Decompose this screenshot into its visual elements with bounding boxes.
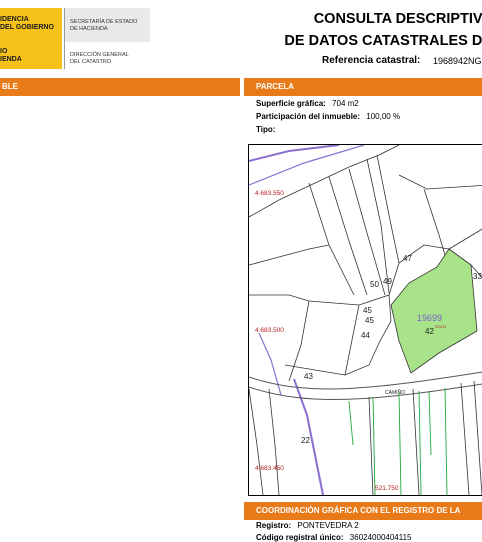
- ref-catastral-value: 1968942NG: [433, 56, 482, 66]
- codigo-registral-value: 36024000404115: [349, 533, 412, 542]
- direccion-line-2: DEL CATASTRO: [70, 59, 112, 65]
- parcel-number-49: 49: [383, 277, 392, 286]
- header-divider: [64, 8, 65, 69]
- parcel-number-47: 47: [403, 254, 412, 263]
- document-title-line-2: DE DATOS CATASTRALES DE: [284, 33, 482, 49]
- highlighted-parcel: [390, 248, 478, 374]
- purple-boundary-top-2: [249, 145, 365, 186]
- ref-catastral-label: Referencia catastral:: [322, 55, 421, 66]
- parcel-number-22: 22: [301, 436, 310, 445]
- coord-y2: 4.683.500: [255, 327, 284, 334]
- road-label: CAMIÑO: [385, 389, 405, 396]
- tipo-row: Tipo:: [256, 125, 275, 134]
- parcel-number-44: 44: [361, 331, 370, 340]
- parcel-number-33: 33: [473, 272, 482, 281]
- coord-y1: 4.683.550: [255, 190, 284, 197]
- parcel-number-45a: 45: [363, 306, 372, 315]
- cadastral-map[interactable]: 4.683.550 4.683.500 4.683.450 521.750 47…: [248, 144, 482, 496]
- highlighted-parcel-label: 19699: [417, 313, 442, 323]
- purple-boundary-top: [249, 145, 340, 162]
- registro-value: PONTEVEDRA 2: [297, 521, 359, 530]
- inmueble-section-label: BLE: [2, 82, 18, 91]
- parcela-section-bar: PARCELA: [244, 78, 482, 96]
- gov-logo-block: IDENCIA DEL GOBIERNO IO IENDA: [0, 8, 62, 69]
- secretaria-line-2: DE HACIENDA: [70, 26, 108, 32]
- parcel-number-42: 42: [425, 327, 434, 336]
- gov-line-1: IDENCIA: [0, 16, 29, 23]
- parcel-number-45b: 45: [365, 316, 374, 325]
- superficie-value: 704 m2: [332, 99, 359, 108]
- road-edge-upper: [249, 371, 482, 390]
- superficie-row: Superficie gráfica: 704 m2: [256, 99, 359, 108]
- direccion-line-1: DIRECCIÓN GENERAL: [70, 52, 129, 58]
- coord-x1: 521.750: [375, 485, 399, 492]
- codigo-registral-row: Código registral único: 36024000404115: [256, 533, 412, 542]
- parcela-section-label: PARCELA: [256, 82, 295, 91]
- gov-line-3: IO: [0, 48, 8, 55]
- document-title-line-1: CONSULTA DESCRIPTIVA: [313, 11, 482, 27]
- gov-line-4: IENDA: [0, 56, 22, 63]
- registro-section-label: COORDINACIÓN GRÁFICA CON EL REGISTRO DE …: [256, 506, 461, 515]
- small-parcel-label: SOLO: [435, 324, 446, 329]
- codigo-registral-label: Código registral único:: [256, 533, 344, 542]
- participacion-value: 100,00 %: [366, 112, 401, 121]
- gov-line-2: DEL GOBIERNO: [0, 24, 54, 31]
- registro-section-bar: COORDINACIÓN GRÁFICA CON EL REGISTRO DE …: [244, 502, 482, 520]
- tipo-label: Tipo:: [256, 125, 276, 134]
- parcel-number-50: 50: [370, 280, 379, 289]
- participacion-label: Participación del inmueble:: [256, 112, 361, 121]
- purple-boundary-left: [258, 332, 282, 396]
- green-lines: [348, 387, 448, 495]
- registro-label: Registro:: [256, 521, 292, 530]
- registro-row: Registro: PONTEVEDRA 2: [256, 521, 359, 530]
- parcel-number-43: 43: [304, 372, 313, 381]
- secretaria-line-1: SECRETARÍA DE ESTADO: [70, 19, 138, 25]
- participacion-row: Participación del inmueble: 100,00 %: [256, 112, 400, 121]
- inmueble-section-bar: BLE: [0, 78, 240, 96]
- superficie-label: Superficie gráfica:: [256, 99, 326, 108]
- secretaria-box: SECRETARÍA DE ESTADO DE HACIENDA: [64, 8, 150, 42]
- coord-y3: 4.683.450: [255, 465, 284, 472]
- cadastral-map-drawing: 4.683.550 4.683.500 4.683.450 521.750 47…: [249, 145, 482, 495]
